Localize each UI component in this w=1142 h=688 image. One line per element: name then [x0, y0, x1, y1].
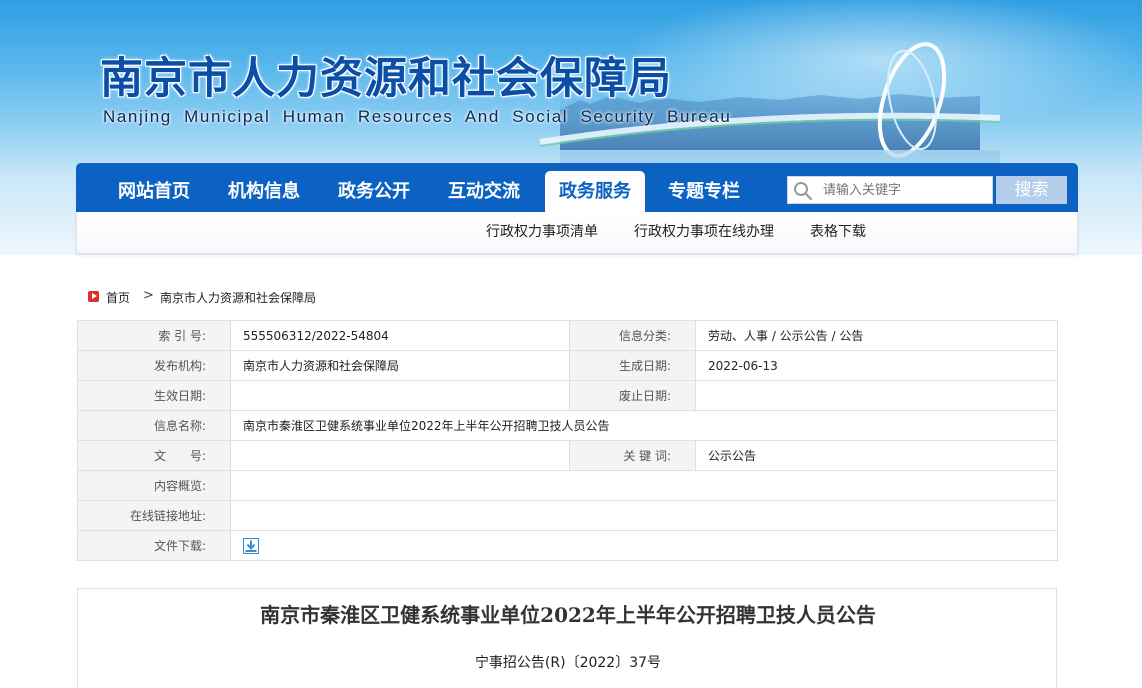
search-box	[787, 176, 993, 204]
main-nav: 网站首页 机构信息 政务公开 互动交流 政务服务 专题专栏 搜索	[76, 163, 1078, 212]
keyword-label: 关 键 词:	[569, 440, 696, 471]
sub-nav: 行政权力事项清单 行政权力事项在线办理 表格下载	[76, 212, 1078, 254]
repeal-date-label: 废止日期:	[569, 380, 696, 411]
index-label: 索 引 号:	[77, 320, 231, 351]
subnav-item-form-download[interactable]: 表格下载	[810, 212, 866, 252]
file-download-label: 文件下载:	[77, 530, 231, 561]
category-label: 信息分类:	[569, 320, 696, 351]
info-metadata-table: 索 引 号: 555506312/2022-54804 信息分类: 劳动、人事 …	[77, 320, 1058, 561]
location-icon	[88, 291, 99, 302]
nav-item-interaction[interactable]: 互动交流	[436, 163, 532, 212]
nav-item-gov-open[interactable]: 政务公开	[326, 163, 422, 212]
subnav-item-power-list[interactable]: 行政权力事项清单	[486, 212, 598, 252]
effective-date-label: 生效日期:	[77, 380, 231, 411]
doc-number-label: 文 号:	[77, 440, 231, 471]
file-download-cell	[230, 530, 1058, 561]
site-subtitle: Nanjing Municipal Human Resources And So…	[103, 107, 732, 126]
subnav-item-online-handling[interactable]: 行政权力事项在线办理	[634, 212, 774, 252]
download-icon[interactable]	[243, 537, 259, 554]
summary-label: 内容概览:	[77, 470, 231, 501]
doc-number-value	[230, 440, 570, 471]
created-date-label: 生成日期:	[569, 350, 696, 381]
summary-value	[230, 470, 1058, 501]
index-value: 555506312/2022-54804	[230, 320, 570, 351]
keyword-value: 公示公告	[695, 440, 1058, 471]
publisher-label: 发布机构:	[77, 350, 231, 381]
table-row: 文件下载:	[77, 530, 1058, 561]
breadcrumb-current[interactable]: 南京市人力资源和社会保障局	[160, 289, 316, 306]
publisher-value: 南京市人力资源和社会保障局	[230, 350, 570, 381]
nav-item-org-info[interactable]: 机构信息	[216, 163, 312, 212]
info-name-value: 南京市秦淮区卫健系统事业单位2022年上半年公开招聘卫技人员公告	[230, 410, 1058, 441]
table-row: 在线链接地址:	[77, 500, 1058, 531]
search-button[interactable]: 搜索	[996, 176, 1067, 204]
site-title: 南京市人力资源和社会保障局	[100, 54, 672, 104]
nav-item-special-topics[interactable]: 专题专栏	[656, 163, 752, 212]
created-date-value: 2022-06-13	[695, 350, 1058, 381]
table-row: 内容概览:	[77, 470, 1058, 501]
table-row: 信息名称: 南京市秦淮区卫健系统事业单位2022年上半年公开招聘卫技人员公告	[77, 410, 1058, 441]
breadcrumb-separator: >	[143, 288, 154, 303]
nav-item-gov-service[interactable]: 政务服务	[545, 171, 645, 212]
search-input[interactable]	[823, 177, 988, 203]
category-value: 劳动、人事 / 公示公告 / 公告	[695, 320, 1058, 351]
online-link-value	[230, 500, 1058, 531]
info-name-label: 信息名称:	[77, 410, 231, 441]
online-link-label: 在线链接地址:	[77, 500, 231, 531]
table-row: 发布机构: 南京市人力资源和社会保障局 生成日期: 2022-06-13	[77, 350, 1058, 381]
repeal-date-value	[695, 380, 1058, 411]
effective-date-value	[230, 380, 570, 411]
table-row: 生效日期: 废止日期:	[77, 380, 1058, 411]
nav-item-home[interactable]: 网站首页	[106, 163, 202, 212]
article-title: 南京市秦淮区卫健系统事业单位2022年上半年公开招聘卫技人员公告	[260, 603, 876, 627]
table-row: 文 号: 关 键 词: 公示公告	[77, 440, 1058, 471]
article-doc-number: 宁事招公告(R)〔2022〕37号	[474, 655, 662, 671]
table-row: 索 引 号: 555506312/2022-54804 信息分类: 劳动、人事 …	[77, 320, 1058, 351]
breadcrumb-home[interactable]: 首页	[106, 289, 130, 306]
search-icon	[794, 182, 813, 201]
article-panel: 南京市秦淮区卫健系统事业单位2022年上半年公开招聘卫技人员公告 宁事招公告(R…	[77, 588, 1057, 688]
